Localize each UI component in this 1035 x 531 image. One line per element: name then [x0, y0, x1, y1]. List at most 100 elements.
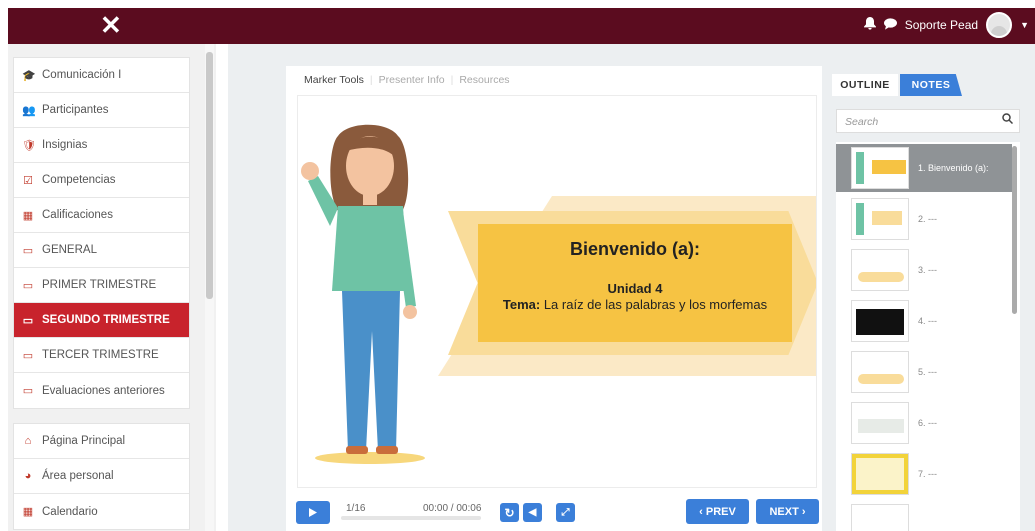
- slide-thumbnail: [851, 504, 909, 531]
- sidebar-item-label: GENERAL: [42, 244, 97, 256]
- folder-icon: ▭: [22, 385, 34, 397]
- expand-icon: ⤢: [561, 507, 570, 518]
- sidebar-item-segundo-trimestre[interactable]: ▭ SEGUNDO TRIMESTRE: [14, 303, 189, 338]
- outline-item[interactable]: 3. ---: [836, 246, 1012, 294]
- folder-icon: ▭: [22, 244, 34, 257]
- caret-down-icon[interactable]: ▼: [1020, 20, 1029, 30]
- replay-icon: ↻: [504, 505, 515, 520]
- sidebar-item-label: Competencias: [42, 174, 116, 186]
- sidebar-item-insignias[interactable]: 🛡 Insignias: [14, 128, 189, 163]
- outline-scrollbar[interactable]: [1012, 146, 1017, 314]
- slide-thumbnail: [851, 402, 909, 444]
- sidebar-item-calificaciones[interactable]: ▦ Calificaciones: [14, 198, 189, 233]
- player-tabs: Marker Tools | Presenter Info | Resource…: [304, 74, 510, 86]
- outline-item-label: 4. ---: [918, 316, 937, 326]
- sidebar-item-evaluaciones[interactable]: ▭ Evaluaciones anteriores: [14, 373, 189, 408]
- sidebar-item-competencias[interactable]: ☑ Competencias: [14, 163, 189, 198]
- slide-thumbnail: [851, 249, 909, 291]
- slide-thumbnail: [851, 147, 909, 189]
- slide-thumbnail: [851, 351, 909, 393]
- fullscreen-button[interactable]: ⤢: [556, 503, 575, 522]
- presenter-illustration: [301, 124, 425, 464]
- close-drawer-icon[interactable]: ✕: [100, 12, 122, 38]
- time-display: 00:00 / 00:06: [423, 503, 482, 514]
- play-button[interactable]: [296, 501, 330, 524]
- chat-icon[interactable]: [883, 17, 897, 33]
- slide-thumbnail: [851, 300, 909, 342]
- next-button[interactable]: NEXT ›: [756, 499, 819, 524]
- folder-icon: ▭: [22, 349, 34, 362]
- sidebar-item-label: Participantes: [42, 104, 109, 116]
- tab-outline[interactable]: OUTLINE: [832, 74, 898, 96]
- tab-marker-tools[interactable]: Marker Tools: [304, 74, 364, 86]
- slide-thumbnail: [851, 198, 909, 240]
- search-icon[interactable]: [1002, 112, 1014, 127]
- volume-icon: ◀: [528, 507, 537, 518]
- sidebar-item-label: PRIMER TRIMESTRE: [42, 279, 157, 291]
- outline-item-label: 1. Bienvenido (a):: [918, 163, 989, 173]
- sidebar-item-label: Página Principal: [42, 435, 126, 447]
- tab-presenter-info[interactable]: Presenter Info: [379, 74, 445, 86]
- progress-bar[interactable]: [341, 516, 481, 520]
- outline-item-label: 5. ---: [918, 367, 937, 377]
- sidebar-item-label: SEGUNDO TRIMESTRE: [42, 314, 170, 326]
- search-input[interactable]: Search: [836, 109, 1020, 133]
- sidebar-item-label: Calificaciones: [42, 209, 113, 221]
- slide-topic-label: Tema:: [502, 297, 541, 312]
- outline-item-label: 3. ---: [918, 265, 937, 275]
- sidebar-item-tercer-trimestre[interactable]: ▭ TERCER TRIMESTRE: [14, 338, 189, 373]
- shield-icon: 🛡: [22, 139, 36, 152]
- sidebar-item-pagina-principal[interactable]: ⌂ Página Principal: [14, 424, 189, 459]
- outline-item-label: 7. ---: [918, 469, 937, 479]
- sidebar-item-calendario[interactable]: ▦ Calendario: [14, 494, 189, 529]
- outline-item-label: 6. ---: [918, 418, 937, 428]
- avatar[interactable]: [986, 12, 1013, 38]
- calendar-icon: ▦: [22, 506, 34, 518]
- check-square-icon: ☑: [23, 174, 33, 187]
- replay-button[interactable]: ↻: [500, 503, 519, 522]
- slide-topic-text: La raíz de las palabras y los morfemas: [543, 297, 768, 312]
- user-name[interactable]: Soporte Pead: [905, 18, 978, 32]
- top-navbar: ✕ Soporte Pead ▼: [0, 0, 1035, 44]
- table-icon: ▦: [22, 209, 34, 222]
- users-icon: 👥: [22, 104, 36, 117]
- slide-title: Bienvenido (a):: [569, 239, 700, 259]
- sidebar-item-primer-trimestre[interactable]: ▭ PRIMER TRIMESTRE: [14, 268, 189, 303]
- tab-notes[interactable]: NOTES: [900, 74, 962, 96]
- outline-item[interactable]: 4. ---: [836, 297, 1012, 345]
- sidebar-item-participantes[interactable]: 👥 Participantes: [14, 93, 189, 128]
- graduation-cap-icon: 🎓: [22, 69, 36, 82]
- slide-unit: Unidad 4: [607, 281, 663, 296]
- sidebar-item-label: Comunicación I: [42, 69, 122, 81]
- sidebar-item-label: Evaluaciones anteriores: [42, 384, 165, 397]
- dashboard-icon: ◕: [24, 470, 32, 482]
- volume-button[interactable]: ◀: [523, 503, 542, 522]
- course-menu: 🎓 Comunicación I 👥 Participantes 🛡 Insignia…: [13, 57, 190, 409]
- outline-item[interactable]: [836, 501, 1012, 531]
- tab-resources[interactable]: Resources: [459, 74, 509, 86]
- outline-item[interactable]: 7. ---: [836, 450, 1012, 498]
- sidebar-scrollbar[interactable]: [206, 52, 213, 299]
- outline-item-label: 2. ---: [918, 214, 937, 224]
- folder-icon: ▭: [22, 314, 34, 327]
- slide-counter: 1/16: [346, 503, 366, 514]
- user-menu: Soporte Pead ▼: [863, 12, 1029, 38]
- prev-button[interactable]: ‹ PREV: [686, 499, 749, 524]
- outline-item[interactable]: 5. ---: [836, 348, 1012, 396]
- home-icon: ⌂: [24, 435, 32, 447]
- site-menu: ⌂ Página Principal ◕ Área personal ▦ Calend…: [13, 423, 190, 530]
- sidebar-item-area-personal[interactable]: ◕ Área personal: [14, 459, 189, 494]
- outline-item[interactable]: 2. ---: [836, 195, 1012, 243]
- sidebar-item-comunicacion[interactable]: 🎓 Comunicación I: [14, 58, 189, 93]
- outline-list: 1. Bienvenido (a): 2. --- 3. --- 4. --- …: [836, 142, 1020, 531]
- sidebar-item-label: TERCER TRIMESTRE: [42, 349, 159, 361]
- sidebar-item-label: Insignias: [42, 139, 88, 151]
- sidebar-item-general[interactable]: ▭ GENERAL: [14, 233, 189, 268]
- outline-item[interactable]: 6. ---: [836, 399, 1012, 447]
- bell-icon[interactable]: [863, 17, 876, 33]
- play-icon: [309, 508, 317, 517]
- outline-item[interactable]: 1. Bienvenido (a):: [836, 144, 1012, 192]
- slide-subtitle: Unidad 4 Tema: La raíz de las palabras y…: [478, 281, 792, 313]
- sidebar-item-label: Calendario: [42, 505, 98, 518]
- folder-icon: ▭: [22, 279, 34, 292]
